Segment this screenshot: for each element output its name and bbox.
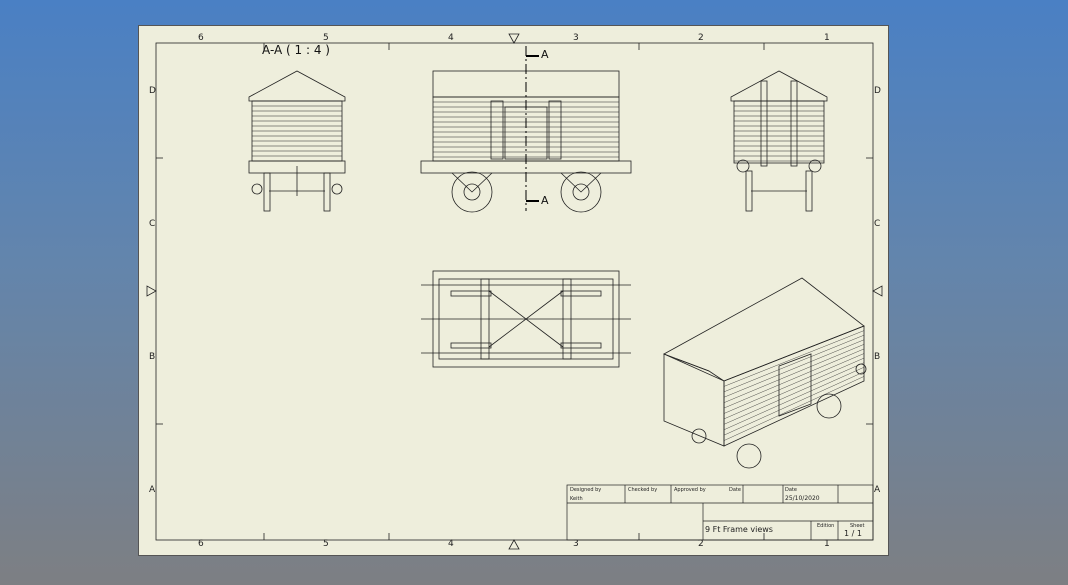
date-label-2: Date bbox=[785, 487, 797, 493]
zone-column-label: 3 bbox=[573, 33, 579, 43]
zone-row-label: B bbox=[149, 352, 156, 362]
zone-column-label: 4 bbox=[448, 33, 454, 43]
center-mark-bottom bbox=[508, 539, 520, 550]
center-mark-top bbox=[508, 33, 520, 44]
edition-label: Edition bbox=[817, 523, 835, 529]
zone-row-label: A bbox=[874, 485, 881, 495]
zone-row-label: D bbox=[149, 86, 156, 96]
plan-view bbox=[421, 270, 631, 368]
center-mark-left bbox=[146, 285, 157, 297]
zone-column-label: 6 bbox=[198, 539, 204, 549]
designed-by-label: Designed by bbox=[570, 487, 602, 493]
inner-border bbox=[155, 42, 874, 541]
drawing-linework bbox=[146, 33, 883, 550]
zone-column-label: 6 bbox=[198, 33, 204, 43]
zone-row-label: C bbox=[874, 219, 881, 229]
approved-by-label: Approved by bbox=[674, 487, 706, 493]
zone-column-label: 5 bbox=[323, 33, 329, 43]
section-marker-bottom: A bbox=[541, 194, 549, 207]
date-label-1: Date bbox=[729, 487, 741, 493]
drawing-title: 9 Ft Frame views bbox=[705, 525, 773, 534]
zone-column-label: 5 bbox=[323, 539, 329, 549]
zone-row-label: A bbox=[149, 485, 156, 495]
section-marker-top: A bbox=[541, 48, 549, 61]
checked-by-label: Checked by bbox=[628, 487, 658, 493]
zone-row-label: D bbox=[874, 86, 881, 96]
end-view bbox=[730, 70, 828, 212]
zone-column-label: 2 bbox=[698, 33, 704, 43]
zone-row-label: C bbox=[149, 219, 156, 229]
designed-by-value: Keith bbox=[570, 496, 583, 502]
date-value: 25/10/2020 bbox=[785, 495, 820, 502]
zone-column-label: 2 bbox=[698, 539, 704, 549]
drawing-sheet: 6 6 5 5 4 4 3 3 2 2 1 1 D D C C B B A A A-A ( 1 : 4 ) A A D… bbox=[138, 25, 889, 556]
isometric-view bbox=[663, 277, 867, 469]
zone-column-label: 4 bbox=[448, 539, 454, 549]
zone-column-label: 1 bbox=[824, 33, 830, 43]
sheet-number: 1 / 1 bbox=[844, 529, 862, 538]
zone-row-label: B bbox=[874, 352, 881, 362]
zone-ticks bbox=[156, 43, 873, 540]
zone-column-label: 1 bbox=[824, 539, 830, 549]
section-view-a-a bbox=[248, 70, 346, 212]
center-mark-right bbox=[872, 285, 883, 297]
section-view-title: A-A ( 1 : 4 ) bbox=[262, 43, 330, 57]
zone-column-label: 3 bbox=[573, 539, 579, 549]
